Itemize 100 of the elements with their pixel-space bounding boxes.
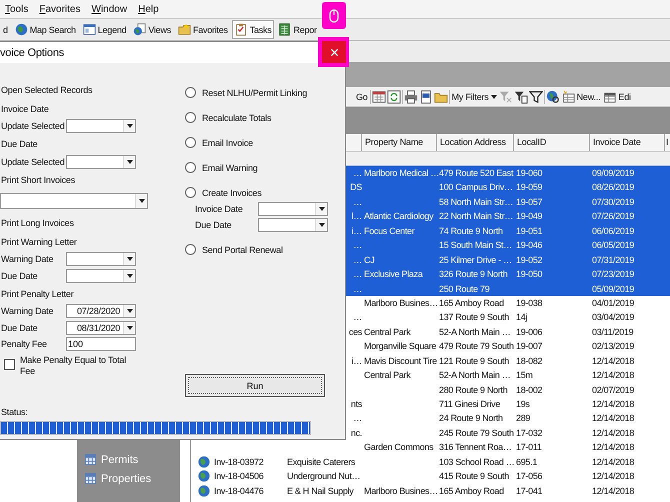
edit-button[interactable]: Edi: [602, 88, 632, 104]
table-cell-text: 326 Route 9 North: [439, 268, 508, 282]
table-cell-text: …: [353, 268, 362, 282]
dropdown[interactable]: [0, 193, 148, 209]
radio-button[interactable]: [185, 112, 196, 123]
column-header[interactable]: Property Name: [362, 134, 437, 151]
status-label: Status:: [0, 407, 29, 417]
table-cell-text: 24 Route 9 North: [439, 412, 503, 426]
radio-button[interactable]: [185, 137, 196, 148]
table-cell-text: 07/26/2019: [592, 210, 634, 224]
toolbar-button[interactable]: Repor: [275, 20, 320, 39]
field-label: Due Date: [0, 270, 38, 281]
refresh-icon[interactable]: [386, 90, 401, 104]
table-row[interactable]: Inv-18-04506 Underground Nut… 415 Route 9 South 17-056 12/14/2018: [191, 469, 670, 484]
column-header[interactable]: I: [665, 134, 670, 151]
table-cell-text: 17-056: [516, 470, 542, 484]
table-cell-text: CJ: [364, 254, 374, 267]
table-cell-text: 05/09/2019: [592, 282, 634, 296]
table-cell-text: …: [353, 196, 362, 209]
table-cell-text: 09/09/2019: [592, 167, 634, 180]
caret-icon: [138, 199, 144, 203]
calendar-icon[interactable]: [372, 90, 386, 104]
table-cell-text: Inv-18-04506: [214, 470, 264, 484]
funnel-icon[interactable]: [514, 90, 528, 104]
table-cell-text: 17-011: [516, 441, 542, 454]
table-cell-text: E & H Nail Supply: [287, 484, 354, 498]
table-cell-text: …: [353, 254, 362, 267]
table-cell-text: …: [353, 311, 362, 324]
table-cell-text: 12/14/2018: [592, 470, 634, 484]
table-cell-text: 165 Amboy Road: [439, 296, 504, 310]
table-cell-text: …: [353, 282, 362, 296]
table-cell-text: 07/23/2019: [592, 268, 634, 282]
table-cell-text: 100 Campus Driv…: [439, 181, 513, 194]
table-cell-text: Mavis Discount Tire: [364, 354, 437, 368]
caret-icon: [126, 124, 132, 128]
date-dropdown[interactable]: 07/28/2020: [66, 304, 136, 318]
section-label: Print Penalty Letter: [1, 288, 74, 298]
radio-button[interactable]: [185, 162, 196, 173]
toolbar-button[interactable]: d: [0, 20, 11, 39]
input-field[interactable]: 100: [66, 337, 136, 352]
toolbar-button[interactable]: Tasks: [232, 20, 274, 39]
table-cell-text: Exclusive Plaza: [364, 268, 423, 282]
printer-icon[interactable]: [404, 90, 418, 104]
run-button[interactable]: Run: [185, 374, 325, 397]
table-cell-text: 19-057: [516, 196, 542, 209]
table-row[interactable]: Inv-18-04476 E & H Nail Supply Marlboro Busines…165 Amboy Road 17-041 12/14/2018: [191, 484, 670, 498]
table-cell-text: 316 Tennent Roa…: [439, 441, 512, 454]
menu-item[interactable]: Help: [138, 4, 159, 14]
table-cell-text: i…: [352, 354, 362, 368]
date-dropdown[interactable]: [258, 202, 328, 216]
caret-icon: [126, 309, 132, 314]
date-dropdown[interactable]: 08/31/2020: [66, 320, 136, 335]
table-cell-text: 137 Route 9 South: [439, 311, 509, 324]
section-label: Print Warning Letter: [1, 236, 77, 246]
menu-item[interactable]: Tools: [5, 4, 28, 14]
table-cell-text: 280 Route 9 North: [439, 384, 508, 397]
filters-dropdown[interactable]: My Filters: [450, 88, 498, 104]
close-button[interactable]: [322, 41, 346, 63]
radio-label: Recalculate Totals: [202, 112, 272, 122]
date-dropdown[interactable]: [66, 154, 136, 169]
table-row[interactable]: Garden Commons 316 Tennent Roa… 17-011 12/14/2018: [191, 440, 670, 455]
toolbar-button[interactable]: Favorites: [174, 20, 231, 39]
radio-button[interactable]: [185, 244, 196, 255]
date-dropdown[interactable]: [66, 252, 136, 266]
mouse-icon: [329, 8, 339, 22]
radio-button[interactable]: [185, 187, 196, 198]
date-dropdown[interactable]: [258, 218, 328, 232]
column-header[interactable]: LocalID: [514, 134, 590, 151]
new-button[interactable]: New...: [560, 88, 602, 104]
date-dropdown[interactable]: [66, 119, 136, 134]
table-cell-text: Marlboro Medical …: [364, 167, 440, 180]
globe-icon[interactable]: [546, 90, 560, 104]
table-cell-text: 19-051: [516, 224, 542, 238]
menu-item[interactable]: Window: [91, 4, 128, 14]
table-cell-text: Focus Center: [364, 224, 414, 238]
table-cell-text: 19-052: [516, 254, 542, 267]
spreadsheet-icon: [278, 23, 292, 36]
table-cell-text: i…: [352, 224, 362, 238]
date-dropdown[interactable]: [66, 268, 136, 283]
table-icon: [562, 90, 575, 103]
table-cell-text: 711 Ginesi Drive: [439, 398, 500, 411]
go-button[interactable]: Go: [355, 88, 369, 104]
table-cell-text: 245 Route 79 South: [439, 426, 514, 440]
menu-item[interactable]: Favorites: [39, 4, 80, 14]
table-row[interactable]: Inv-18-03972 Exquisite Caterers 103 School Road … 695.1 12/14/2018: [191, 454, 670, 470]
checkbox[interactable]: [4, 358, 15, 370]
field-label: Warning Date: [0, 254, 54, 264]
column-header[interactable]: Location Address: [437, 134, 514, 151]
toolbar-button[interactable]: Legend: [80, 20, 130, 39]
table-cell-text: …: [353, 412, 362, 426]
toolbar-button[interactable]: Map Search: [12, 20, 79, 39]
document-icon[interactable]: [418, 90, 433, 104]
column-header[interactable]: Invoice Date: [590, 134, 665, 151]
funnel-icon[interactable]: [528, 90, 543, 104]
table-cell-text: 19-046: [516, 239, 542, 252]
window-icon: [82, 23, 96, 36]
toolbar-button[interactable]: Views: [130, 20, 174, 39]
table-cell-text: 07/30/2019: [592, 196, 634, 209]
radio-button[interactable]: [185, 87, 196, 98]
globe-icon: [198, 470, 210, 482]
